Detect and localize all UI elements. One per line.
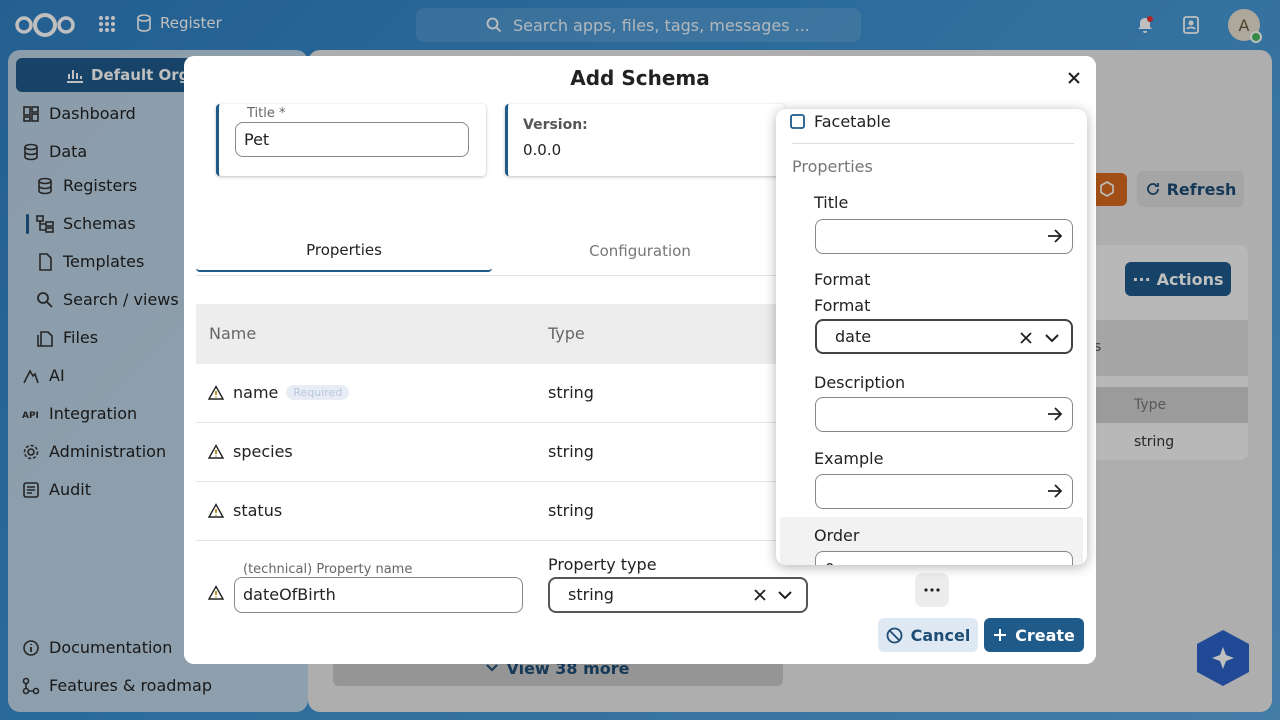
order-input[interactable]: 0: [815, 551, 1073, 565]
more-actions-button[interactable]: [915, 573, 949, 607]
property-type-label: Property type: [548, 555, 657, 574]
facetable-label: Facetable: [814, 112, 891, 131]
property-type-value: string: [568, 585, 614, 604]
order-label: Order: [814, 526, 860, 545]
description-input[interactable]: [815, 397, 1073, 432]
format-group-label: Format: [814, 270, 871, 289]
version-label: Version:: [523, 117, 588, 133]
modal-title: Add Schema: [570, 66, 710, 90]
property-name: status: [233, 501, 283, 520]
warning-icon: [208, 503, 224, 518]
dots-horizontal-icon: [924, 588, 940, 592]
property-options-popover: Facetable Properties Title Format Format…: [776, 109, 1087, 565]
cancel-icon: [886, 627, 903, 643]
arrow-right-icon[interactable]: [1047, 407, 1063, 421]
close-icon[interactable]: [1064, 68, 1084, 88]
property-name: species: [233, 442, 293, 461]
format-label: Format: [814, 296, 871, 315]
plus-icon: [994, 629, 1007, 641]
property-type: string: [548, 383, 594, 402]
create-label: Create: [1015, 625, 1075, 645]
example-input[interactable]: [815, 474, 1073, 509]
title-label: Title: [814, 193, 849, 212]
arrow-right-icon[interactable]: [1047, 484, 1063, 498]
property-name: name Required: [233, 383, 350, 402]
tab-properties[interactable]: Properties: [196, 230, 492, 272]
tab-configuration[interactable]: Configuration: [492, 230, 788, 272]
warning-icon: [208, 444, 224, 459]
title-field-label: Title *: [243, 106, 290, 121]
property-name-value: dateOfBirth: [243, 585, 336, 604]
format-select[interactable]: date: [815, 319, 1073, 354]
properties-section-title: Properties: [792, 157, 873, 176]
property-type: string: [548, 501, 594, 520]
version-value: 0.0.0: [523, 141, 562, 159]
format-value: date: [835, 327, 872, 346]
title-input[interactable]: [815, 219, 1073, 254]
warning-icon: [208, 585, 224, 600]
chevron-down-icon: [778, 591, 792, 600]
divider: [792, 143, 1074, 144]
required-badge: Required: [286, 385, 350, 400]
cancel-label: Cancel: [910, 625, 971, 645]
order-value: 0: [825, 560, 835, 565]
version-card: Version: 0.0.0: [505, 104, 785, 176]
clear-icon[interactable]: [753, 588, 767, 602]
title-field-value: Pet: [244, 130, 270, 149]
header-type: Type: [548, 324, 585, 343]
chevron-down-icon: [1045, 334, 1059, 343]
header-name: Name: [209, 324, 257, 343]
example-label: Example: [814, 449, 884, 468]
title-input[interactable]: [235, 122, 469, 157]
property-name-label: (technical) Property name: [239, 562, 417, 577]
create-button[interactable]: Create: [984, 618, 1084, 652]
checkbox-facetable[interactable]: [790, 114, 805, 129]
property-type: string: [548, 442, 594, 461]
clear-icon[interactable]: [1019, 331, 1033, 345]
arrow-right-icon[interactable]: [1047, 229, 1063, 243]
title-card: Title * Pet: [216, 104, 486, 176]
cancel-button[interactable]: Cancel: [878, 618, 978, 652]
warning-icon: [208, 385, 224, 400]
description-label: Description: [814, 373, 906, 392]
